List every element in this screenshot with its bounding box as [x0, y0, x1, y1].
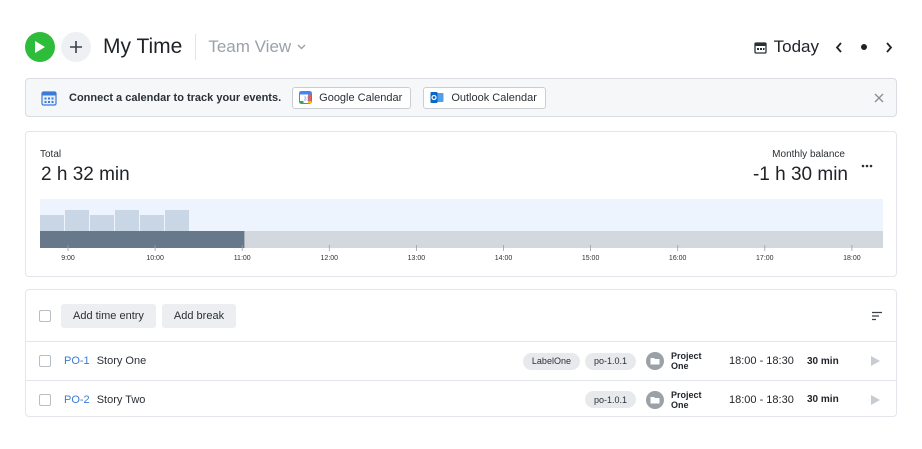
calendar-icon — [753, 41, 767, 54]
date-navigation: Today — [753, 37, 897, 57]
activity-block — [115, 210, 139, 231]
hour-label: 11:00 — [234, 255, 251, 262]
time-entry-row[interactable]: PO-2 Story Two po-1.0.1 Project One 18:0… — [26, 380, 896, 418]
previous-day-button[interactable] — [831, 39, 847, 55]
team-view-label: Team View — [208, 37, 292, 56]
time-entry-row[interactable]: PO-1 Story One LabelOne po-1.0.1 Project… — [26, 342, 896, 380]
add-break-button[interactable]: Add break — [161, 303, 237, 328]
hour-label: 12:00 — [321, 255, 339, 262]
entry-checkbox[interactable] — [39, 393, 51, 406]
current-day-button[interactable] — [861, 44, 867, 50]
outlook-calendar-label: Outlook Calendar — [451, 91, 537, 104]
hour-label: 13:00 — [408, 255, 426, 262]
page-header: My Time Team View Today — [25, 31, 897, 63]
outlook-calendar-button[interactable]: Outlook Calendar — [423, 86, 546, 109]
hour-label: 9:00 — [61, 255, 75, 262]
entry-details: LabelOne po-1.0.1 Project One 18:00 - 18… — [522, 342, 896, 380]
chevron-right-icon — [886, 41, 893, 53]
entries-toolbar: Add time entry Add break — [26, 290, 896, 342]
day-timeline: 9:00 10:00 11:00 12:00 13:00 14:00 15:00 16:00 1… — [40, 199, 883, 262]
page-title: My Time — [103, 35, 183, 58]
duration[interactable]: 30 min — [807, 356, 857, 367]
duration[interactable]: 30 min — [807, 394, 857, 405]
hour-label: 15:00 — [582, 255, 600, 262]
project-avatar — [646, 390, 664, 409]
monthly-balance-label: Monthly balance — [772, 149, 845, 160]
total-label: Total — [40, 149, 62, 160]
issue-key-link[interactable]: PO-1 — [64, 355, 90, 367]
start-timer-button[interactable] — [25, 32, 55, 62]
activity-block — [90, 215, 114, 231]
entry-checkbox[interactable] — [39, 355, 51, 367]
chevron-down-icon — [297, 44, 306, 50]
time-range[interactable]: 18:00 - 18:30 — [729, 355, 799, 367]
time-range[interactable]: 18:00 - 18:30 — [729, 394, 799, 406]
today-button[interactable]: Today — [753, 37, 819, 57]
team-view-dropdown[interactable]: Team View — [208, 37, 306, 57]
version-pill: po-1.0.1 — [584, 352, 636, 370]
entry-details: po-1.0.1 Project One 18:00 - 18:30 30 mi… — [584, 381, 896, 418]
google-calendar-icon: 31 — [299, 91, 313, 104]
outlook-calendar-icon — [430, 92, 444, 103]
version-pill: po-1.0.1 — [584, 391, 636, 408]
hour-label: 18:00 — [843, 255, 861, 262]
issue-title: Story Two — [96, 393, 146, 406]
total-value: 2 h 32 min — [41, 164, 130, 185]
hour-label: 16:00 — [669, 255, 687, 262]
play-icon[interactable] — [869, 355, 881, 367]
calendar-icon — [41, 90, 57, 106]
time-summary-card: Total 2 h 32 min Monthly balance -1 h 30… — [25, 131, 897, 277]
activity-block — [165, 210, 189, 231]
sort-icon[interactable] — [871, 310, 883, 322]
add-button[interactable] — [61, 32, 91, 62]
activity-block — [140, 215, 164, 231]
project-name: Project One — [671, 389, 702, 410]
add-time-entry-button[interactable]: Add time entry — [61, 303, 156, 328]
tracked-time-bar — [40, 231, 245, 248]
chevron-left-icon — [835, 41, 842, 53]
next-day-button[interactable] — [881, 39, 897, 55]
google-calendar-button[interactable]: 31 Google Calendar — [292, 86, 412, 109]
play-icon[interactable] — [869, 394, 881, 406]
issue-key-link[interactable]: PO-2 — [64, 394, 90, 406]
hour-label: 10:00 — [146, 255, 164, 262]
activity-block — [65, 210, 89, 231]
label-pill: LabelOne — [522, 352, 580, 370]
banner-message: Connect a calendar to track your events. — [69, 91, 282, 104]
monthly-balance-value: -1 h 30 min — [752, 164, 848, 185]
hour-label: 17:00 — [756, 255, 774, 262]
hour-label: 14:00 — [495, 255, 513, 262]
svg-text:31: 31 — [304, 97, 310, 103]
close-icon[interactable] — [873, 92, 885, 104]
issue-title: Story One — [96, 355, 147, 367]
google-calendar-label: Google Calendar — [319, 91, 403, 104]
folder-icon — [650, 396, 660, 403]
time-entries-card: Add time entry Add break PO-1 Story One … — [25, 289, 897, 417]
activity-block — [40, 215, 64, 231]
header-divider — [195, 34, 197, 60]
more-options-icon[interactable] — [860, 159, 874, 173]
project-avatar — [646, 352, 664, 370]
select-all-checkbox[interactable] — [39, 309, 51, 322]
project-name: Project One — [671, 351, 702, 371]
folder-icon — [650, 358, 660, 365]
today-label: Today — [773, 37, 819, 56]
calendar-connect-banner: Connect a calendar to track your events.… — [25, 78, 897, 117]
plus-icon — [70, 41, 82, 53]
play-icon — [35, 41, 45, 53]
